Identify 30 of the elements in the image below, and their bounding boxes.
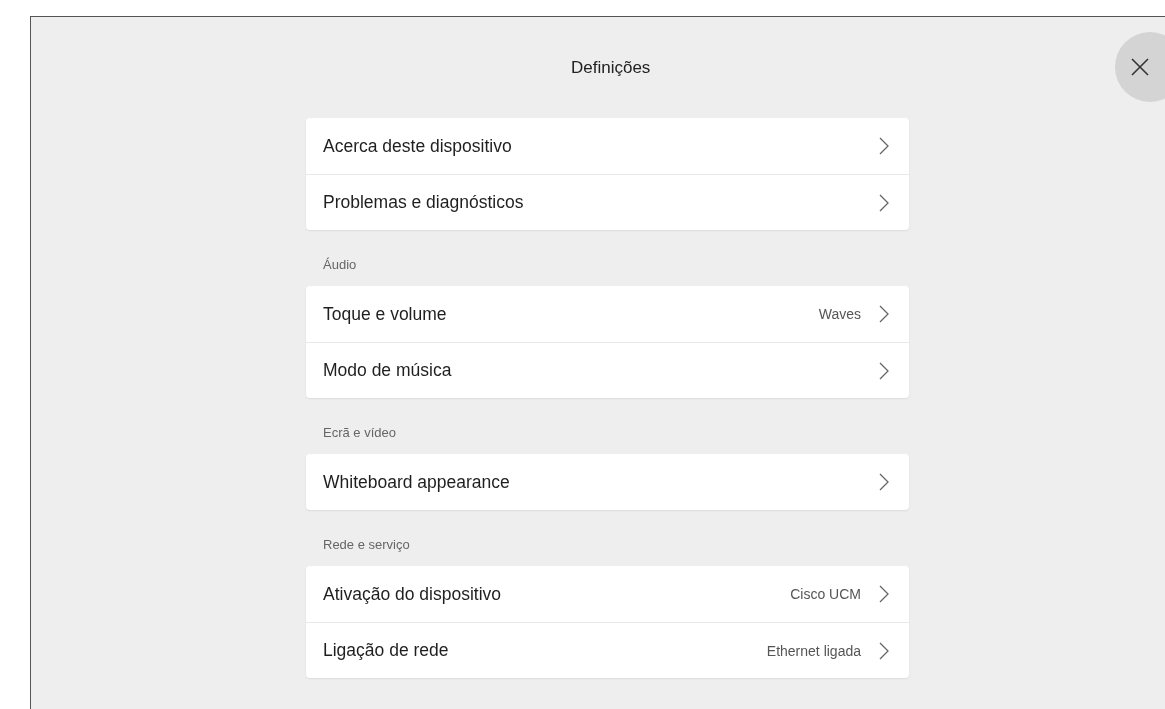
item-value: Waves bbox=[818, 306, 861, 322]
chevron-right-icon bbox=[879, 361, 889, 380]
chevron-right-icon bbox=[879, 473, 889, 491]
section-heading: Rede e serviço bbox=[322, 536, 411, 554]
item-label: Ligação de rede bbox=[323, 640, 450, 661]
settings-item[interactable]: Ativação do dispositivo Cisco UCM bbox=[306, 566, 909, 622]
chevron-right-icon bbox=[879, 641, 889, 660]
settings-item[interactable]: Whiteboard appearance bbox=[306, 454, 909, 510]
item-label: Problemas e diagnósticos bbox=[323, 192, 525, 213]
chevron-right-icon bbox=[879, 585, 889, 603]
chevron-right-icon bbox=[879, 137, 889, 155]
chevron-right-icon bbox=[879, 193, 889, 212]
close-icon bbox=[1130, 57, 1150, 77]
settings-item[interactable]: Ligação de rede Ethernet ligada bbox=[306, 622, 909, 678]
item-label: Acerca deste dispositivo bbox=[323, 135, 513, 157]
page-title: Definições bbox=[571, 58, 651, 77]
section-heading: Ecrã e vídeo bbox=[322, 424, 397, 442]
section-heading: Áudio bbox=[322, 256, 358, 274]
item-label: Ativação do dispositivo bbox=[323, 583, 503, 605]
item-label: Toque e volume bbox=[323, 303, 448, 325]
close-button[interactable] bbox=[1115, 32, 1165, 102]
item-label: Modo de música bbox=[323, 360, 453, 381]
settings-item[interactable]: Toque e volume Waves bbox=[306, 286, 909, 342]
item-label: Whiteboard appearance bbox=[323, 471, 511, 493]
item-value: Cisco UCM bbox=[790, 586, 861, 602]
settings-item[interactable]: Acerca deste dispositivo bbox=[306, 118, 909, 174]
settings-item[interactable]: Problemas e diagnósticos bbox=[306, 174, 909, 230]
item-value: Ethernet ligada bbox=[766, 642, 861, 659]
chevron-right-icon bbox=[879, 305, 889, 323]
settings-item[interactable]: Modo de música bbox=[306, 342, 909, 398]
